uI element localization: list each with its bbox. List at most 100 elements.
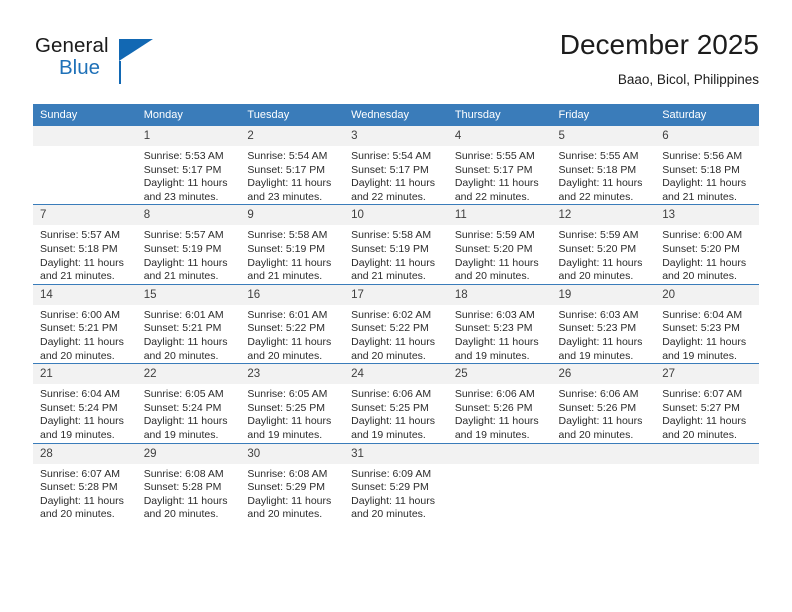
calendar-day-cell[interactable]: 15 Sunrise: 6:01 AM Sunset: 5:21 PM Dayligh… — [136, 283, 241, 364]
sunset-text: Sunset: 5:22 PM — [247, 322, 326, 335]
calendar-day-cell[interactable]: 10 Sunrise: 5:58 AM Sunset: 5:19 PM Dayligh… — [344, 204, 448, 285]
calendar-day-cell[interactable]: 5 Sunrise: 5:55 AM Sunset: 5:18 PM Daylight… — [551, 126, 656, 205]
daylight-text-line2: and 20 minutes. — [558, 428, 634, 441]
calendar-day-cell[interactable]: 2 Sunrise: 5:54 AM Sunset: 5:17 PM Daylight… — [240, 126, 345, 205]
calendar-day-cell-empty — [655, 442, 759, 522]
calendar-day-cell[interactable]: 1 Sunrise: 5:53 AM Sunset: 5:17 PM Daylight… — [136, 126, 241, 205]
day-details: Sunrise: 6:05 AM Sunset: 5:25 PM Daylight:… — [240, 384, 344, 442]
daylight-text-line1: Daylight: 11 hours — [454, 415, 539, 428]
daylight-text-line1: Daylight: 11 hours — [143, 494, 228, 507]
sunrise-text: Sunrise: 6:05 AM — [143, 388, 224, 401]
calendar-day-cell[interactable]: 31 Sunrise: 6:09 AM Sunset: 5:29 PM Dayligh… — [344, 442, 448, 522]
daylight-text-line1: Daylight: 11 hours — [454, 335, 539, 348]
daylight-text-line2: and 20 minutes. — [454, 270, 530, 283]
daylight-text-line1: Daylight: 11 hours — [662, 335, 747, 348]
day-number: 13 — [655, 205, 759, 226]
weekday-header-thursday: Thursday — [447, 104, 552, 126]
calendar-day-cell[interactable]: 11 Sunrise: 5:59 AM Sunset: 5:20 PM Dayligh… — [447, 204, 552, 285]
daylight-text-line2: and 20 minutes. — [143, 508, 219, 521]
sunset-text: Sunset: 5:25 PM — [247, 401, 326, 414]
calendar-day-cell-empty — [447, 442, 552, 522]
day-number: 18 — [447, 284, 552, 305]
day-details: Sunrise: 6:03 AM Sunset: 5:23 PM Daylight:… — [448, 305, 552, 363]
sunset-text: Sunset: 5:21 PM — [143, 322, 222, 335]
day-number: 11 — [447, 205, 552, 226]
calendar-day-cell[interactable]: 14 Sunrise: 6:00 AM Sunset: 5:21 PM Dayligh… — [33, 283, 137, 364]
daylight-text-line1: Daylight: 11 hours — [558, 256, 643, 269]
sunset-text: Sunset: 5:23 PM — [558, 322, 637, 335]
daylight-text-line1: Daylight: 11 hours — [558, 335, 643, 348]
calendar-week-row: 28 Sunrise: 6:07 AM Sunset: 5:28 PM Dayligh… — [33, 442, 759, 522]
calendar-day-cell[interactable]: 8 Sunrise: 5:57 AM Sunset: 5:19 PM Daylight… — [136, 204, 241, 285]
daylight-text-line1: Daylight: 11 hours — [558, 415, 643, 428]
day-details: Sunrise: 6:06 AM Sunset: 5:25 PM Daylight:… — [344, 384, 448, 442]
day-number: 14 — [33, 284, 137, 305]
sunrise-text: Sunrise: 6:02 AM — [351, 308, 432, 321]
logo-text-general: General — [35, 34, 109, 57]
day-number: 7 — [33, 205, 137, 226]
sunrise-text: Sunrise: 6:01 AM — [143, 308, 224, 321]
calendar-day-cell[interactable]: 29 Sunrise: 6:08 AM Sunset: 5:28 PM Dayligh… — [136, 442, 241, 522]
day-details: Sunrise: 6:07 AM Sunset: 5:27 PM Daylight:… — [655, 384, 759, 442]
daylight-text-line1: Daylight: 11 hours — [40, 494, 124, 507]
day-details: Sunrise: 6:08 AM Sunset: 5:28 PM Daylight:… — [137, 464, 241, 522]
calendar-day-cell[interactable]: 23 Sunrise: 6:05 AM Sunset: 5:25 PM Dayligh… — [240, 363, 345, 443]
calendar-day-cell[interactable]: 7 Sunrise: 5:57 AM Sunset: 5:18 PM Daylight… — [33, 204, 137, 285]
sunset-text: Sunset: 5:18 PM — [40, 242, 118, 255]
day-number: 16 — [240, 284, 345, 305]
day-number: 22 — [136, 364, 241, 385]
calendar-day-cell[interactable]: 4 Sunrise: 5:55 AM Sunset: 5:17 PM Daylight… — [447, 126, 552, 205]
daylight-text-line2: and 19 minutes. — [454, 428, 530, 441]
day-details: Sunrise: 5:55 AM Sunset: 5:18 PM Daylight:… — [552, 146, 656, 204]
day-details: Sunrise: 6:01 AM Sunset: 5:22 PM Daylight:… — [240, 305, 344, 363]
daylight-text-line1: Daylight: 11 hours — [40, 256, 124, 269]
sunset-text: Sunset: 5:18 PM — [662, 163, 740, 176]
calendar-day-cell[interactable]: 20 Sunrise: 6:04 AM Sunset: 5:23 PM Dayligh… — [655, 283, 759, 364]
calendar-day-cell[interactable]: 12 Sunrise: 5:59 AM Sunset: 5:20 PM Dayligh… — [551, 204, 656, 285]
sunset-text: Sunset: 5:17 PM — [351, 163, 429, 176]
day-number — [551, 443, 656, 464]
sunrise-text: Sunrise: 5:54 AM — [351, 150, 432, 162]
calendar-day-cell[interactable]: 18 Sunrise: 6:03 AM Sunset: 5:23 PM Dayligh… — [447, 283, 552, 364]
calendar-day-cell[interactable]: 22 Sunrise: 6:05 AM Sunset: 5:24 PM Dayligh… — [136, 363, 241, 443]
sunset-text: Sunset: 5:19 PM — [143, 242, 222, 255]
sunset-text: Sunset: 5:17 PM — [143, 163, 222, 176]
daylight-text-line2: and 20 minutes. — [247, 349, 323, 362]
day-number: 4 — [447, 126, 552, 146]
calendar-week-row: 7 Sunrise: 5:57 AM Sunset: 5:18 PM Daylight… — [33, 204, 759, 285]
day-details: Sunrise: 6:04 AM Sunset: 5:24 PM Daylight:… — [33, 384, 137, 442]
calendar-day-cell[interactable]: 21 Sunrise: 6:04 AM Sunset: 5:24 PM Dayligh… — [33, 363, 137, 443]
general-blue-logo[interactable]: General Blue — [35, 34, 165, 86]
sunrise-text: Sunrise: 6:07 AM — [40, 467, 120, 480]
sunset-text: Sunset: 5:18 PM — [558, 163, 637, 176]
day-details: Sunrise: 5:59 AM Sunset: 5:20 PM Daylight:… — [448, 225, 552, 283]
sunset-text: Sunset: 5:20 PM — [662, 242, 740, 255]
calendar-day-cell[interactable]: 25 Sunrise: 6:06 AM Sunset: 5:26 PM Dayligh… — [447, 363, 552, 443]
daylight-text-line2: and 19 minutes. — [558, 349, 634, 362]
day-details: Sunrise: 5:58 AM Sunset: 5:19 PM Daylight:… — [240, 225, 344, 283]
sunrise-text: Sunrise: 6:00 AM — [40, 308, 120, 321]
day-details: Sunrise: 5:54 AM Sunset: 5:17 PM Daylight:… — [344, 146, 448, 204]
weekday-header-wednesday: Wednesday — [344, 104, 448, 126]
calendar-day-cell[interactable]: 3 Sunrise: 5:54 AM Sunset: 5:17 PM Daylight… — [344, 126, 448, 205]
calendar-day-cell[interactable]: 24 Sunrise: 6:06 AM Sunset: 5:25 PM Dayligh… — [344, 363, 448, 443]
sunrise-text: Sunrise: 5:59 AM — [558, 229, 639, 242]
calendar-day-cell[interactable]: 16 Sunrise: 6:01 AM Sunset: 5:22 PM Dayligh… — [240, 283, 345, 364]
daylight-text-line1: Daylight: 11 hours — [247, 335, 332, 348]
calendar-day-cell[interactable]: 9 Sunrise: 5:58 AM Sunset: 5:19 PM Daylight… — [240, 204, 345, 285]
calendar-day-cell[interactable]: 6 Sunrise: 5:56 AM Sunset: 5:18 PM Daylight… — [655, 126, 759, 205]
calendar-day-cell[interactable]: 13 Sunrise: 6:00 AM Sunset: 5:20 PM Dayligh… — [655, 204, 759, 285]
day-number: 10 — [344, 205, 448, 226]
daylight-text-line2: and 22 minutes. — [351, 190, 426, 203]
calendar-day-cell[interactable]: 28 Sunrise: 6:07 AM Sunset: 5:28 PM Dayligh… — [33, 442, 137, 522]
day-details: Sunrise: 5:59 AM Sunset: 5:20 PM Daylight:… — [552, 225, 656, 283]
calendar-day-cell[interactable]: 19 Sunrise: 6:03 AM Sunset: 5:23 PM Dayligh… — [551, 283, 656, 364]
daylight-text-line1: Daylight: 11 hours — [247, 415, 332, 428]
location-subtitle: Baao, Bicol, Philippines — [617, 72, 759, 87]
calendar-day-cell[interactable]: 17 Sunrise: 6:02 AM Sunset: 5:22 PM Dayligh… — [344, 283, 448, 364]
calendar-day-cell[interactable]: 30 Sunrise: 6:08 AM Sunset: 5:29 PM Dayligh… — [240, 442, 345, 522]
daylight-text-line1: Daylight: 11 hours — [143, 335, 228, 348]
day-number: 8 — [136, 205, 241, 226]
calendar-day-cell[interactable]: 27 Sunrise: 6:07 AM Sunset: 5:27 PM Dayligh… — [655, 363, 759, 443]
calendar-day-cell[interactable]: 26 Sunrise: 6:06 AM Sunset: 5:26 PM Dayligh… — [551, 363, 656, 443]
